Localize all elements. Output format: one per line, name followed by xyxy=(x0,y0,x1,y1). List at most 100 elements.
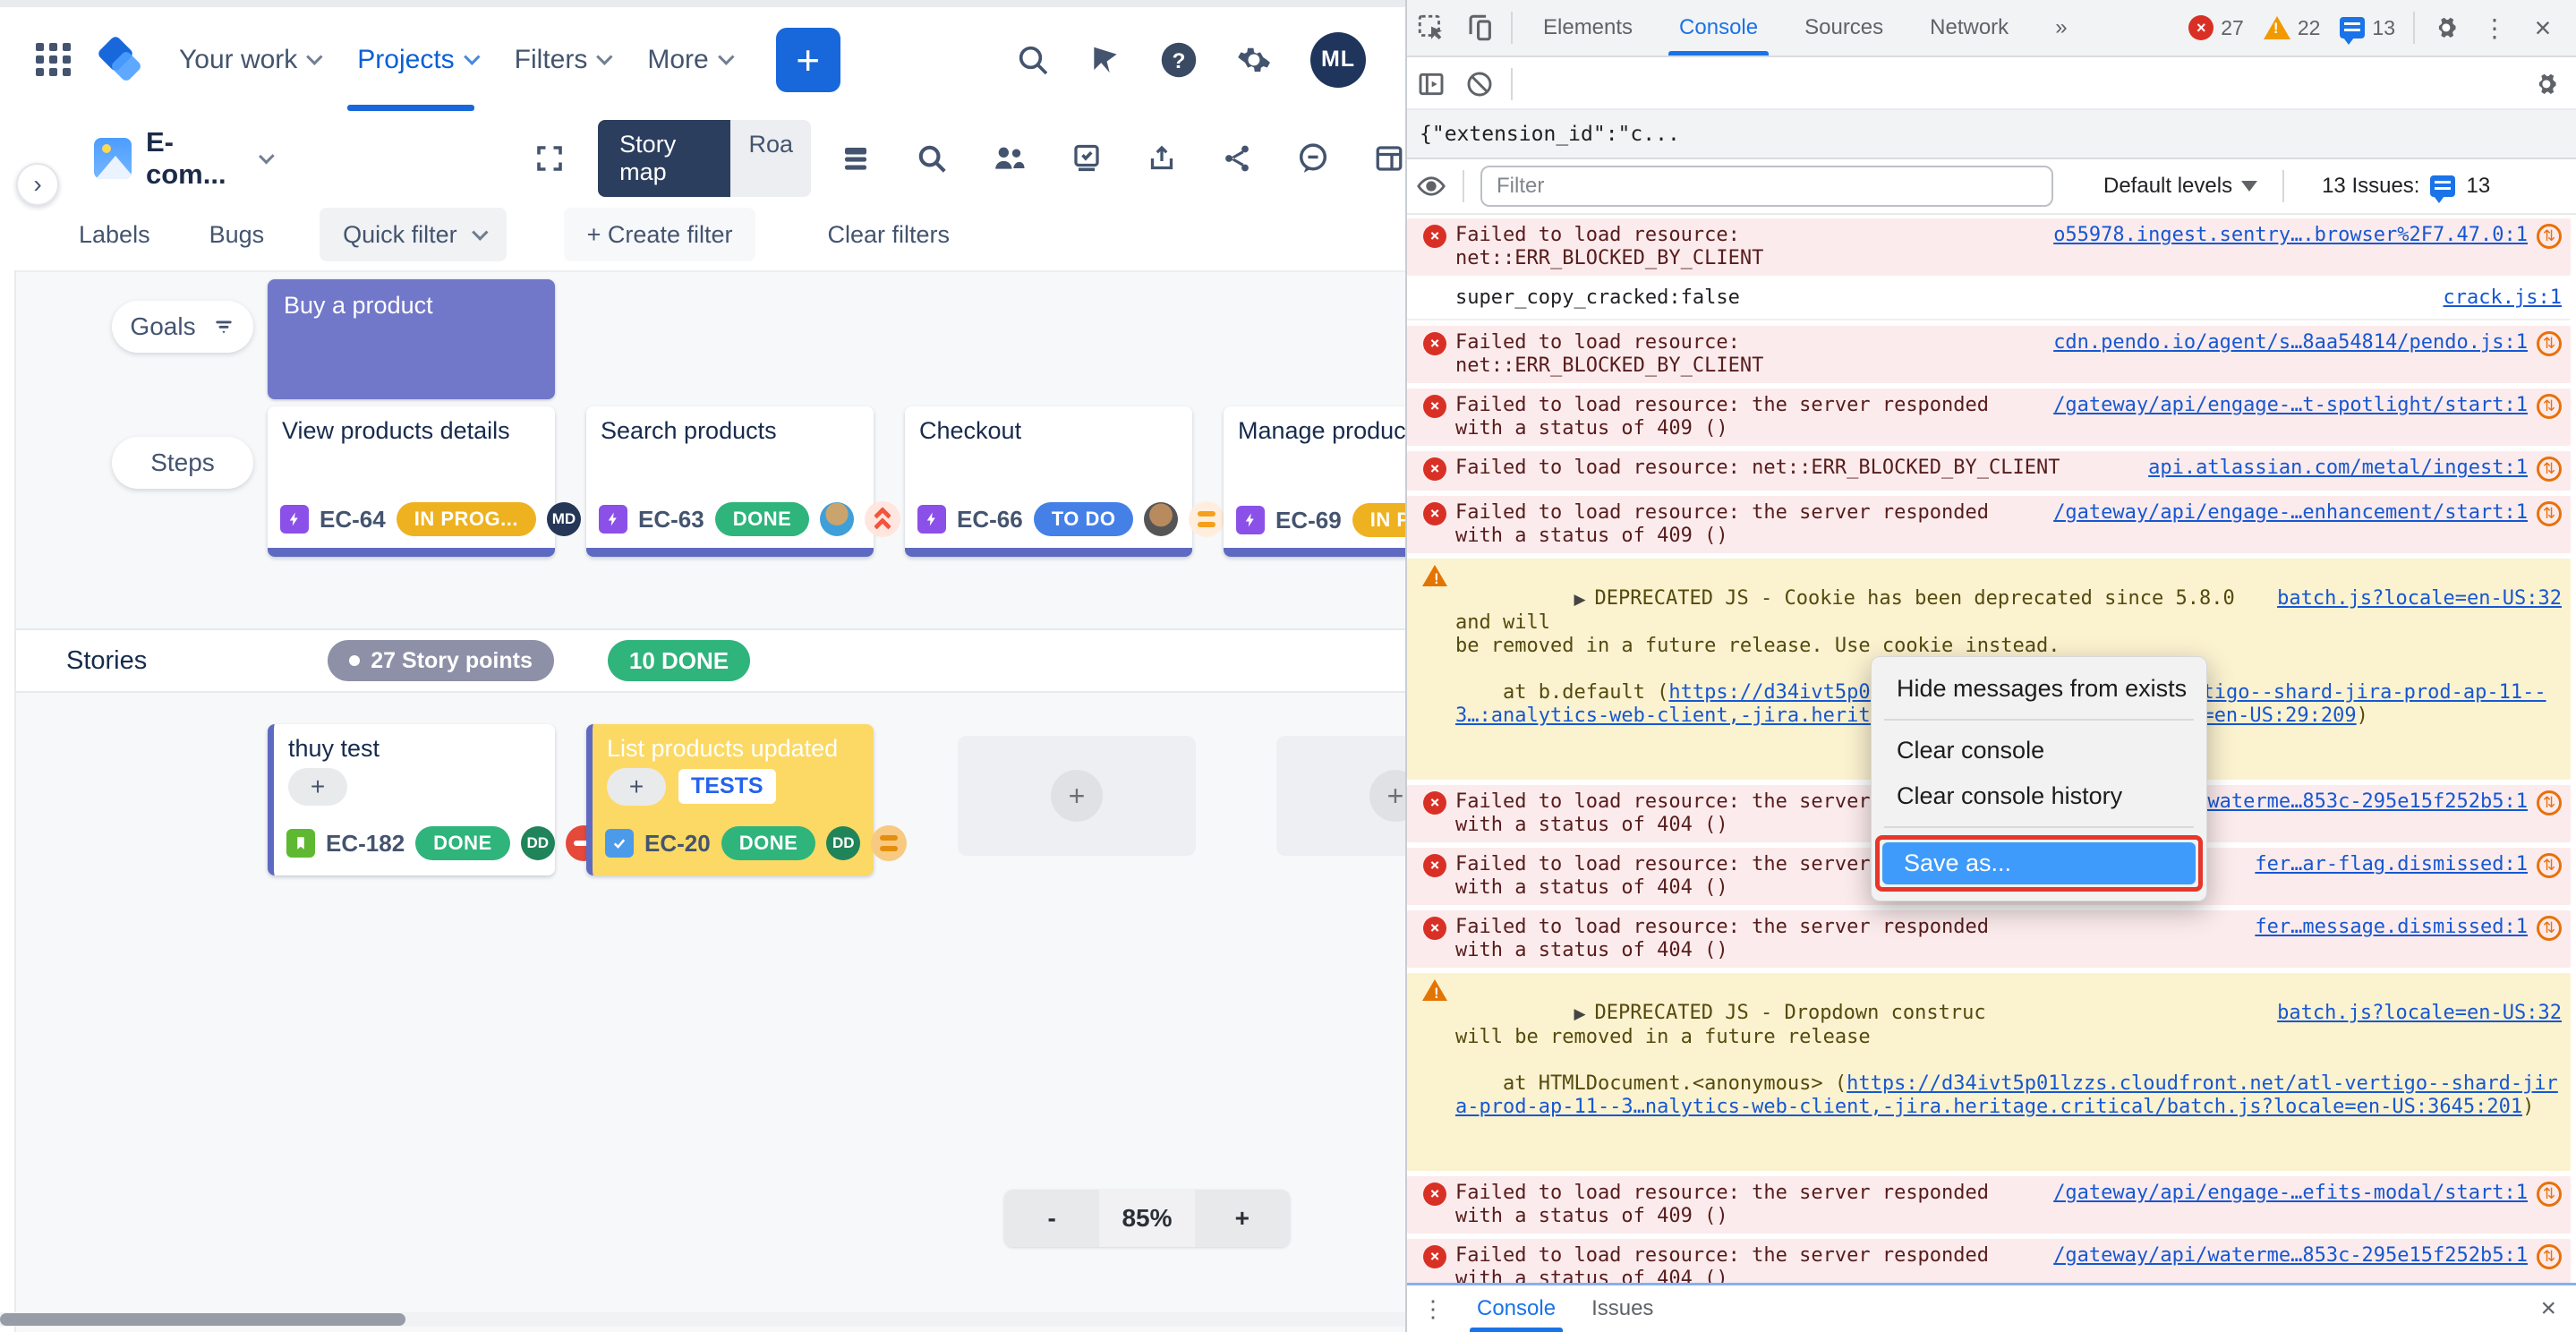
notifications-icon[interactable] xyxy=(1088,43,1122,77)
console-warning-row[interactable]: batch.js?locale=en-US:32▶DEPRECATED JS -… xyxy=(1407,973,2571,1171)
tab-network[interactable]: Network xyxy=(1906,0,2032,56)
settings-gear-icon[interactable] xyxy=(1235,41,1273,79)
goal-card[interactable]: Buy a product xyxy=(268,279,555,399)
assignee-avatar[interactable]: DD xyxy=(826,826,860,860)
quick-filter-dropdown[interactable]: Quick filter xyxy=(320,208,507,261)
menu-item-hide-messages[interactable]: Hide messages from exists xyxy=(1872,666,2206,712)
source-link[interactable]: batch.js?locale=en-US:32 xyxy=(2277,1002,2562,1025)
goals-row-label[interactable]: Goals xyxy=(112,301,253,353)
error-count[interactable]: ×27 xyxy=(2188,15,2244,40)
app-switcher-icon[interactable] xyxy=(36,43,72,76)
fullscreen-icon[interactable] xyxy=(533,142,566,175)
warning-count[interactable]: 22 xyxy=(2264,16,2321,40)
menu-item-clear-history[interactable]: Clear console history xyxy=(1872,773,2206,819)
nav-your-work[interactable]: Your work xyxy=(179,45,318,75)
expand-icon[interactable]: ▶ xyxy=(1574,1005,1585,1023)
user-avatar[interactable]: ML xyxy=(1310,32,1366,88)
menu-item-clear-console[interactable]: Clear console xyxy=(1872,728,2206,773)
devtools-settings-icon[interactable] xyxy=(2422,6,2470,49)
devtools-close-icon[interactable]: × xyxy=(2519,6,2567,49)
status-badge[interactable]: TO DO xyxy=(1034,502,1134,536)
issues-counter[interactable]: 13 Issues: 13 xyxy=(2322,174,2490,199)
step-card[interactable]: View products details EC-64 IN PROG... M… xyxy=(268,406,555,557)
rows-icon[interactable] xyxy=(840,142,872,175)
tab-console[interactable]: Console xyxy=(1656,0,1781,56)
source-link[interactable]: batch.js?locale=en-US:32 xyxy=(2277,587,2562,610)
source-link[interactable]: crack.js:1 xyxy=(2444,286,2562,310)
panel-layout-icon[interactable] xyxy=(1373,142,1405,175)
add-child-button[interactable]: + xyxy=(288,768,347,806)
source-link[interactable]: /gateway/api/engage-…t-spotlight/start:1 xyxy=(2053,394,2528,417)
console-error-row[interactable]: × /gateway/api/engage-…efits-modal/start… xyxy=(1407,1176,2571,1234)
project-avatar[interactable] xyxy=(94,138,132,179)
search-icon[interactable] xyxy=(915,141,949,175)
bugs-filter[interactable]: Bugs xyxy=(209,221,265,249)
horizontal-scrollbar-thumb[interactable] xyxy=(0,1313,405,1326)
live-expression-eye-icon[interactable] xyxy=(1407,165,1455,208)
console-error-row[interactable]: × fer…message.dismissed:1⇅Failed to load… xyxy=(1407,910,2571,968)
console-error-row[interactable]: × o55978.ingest.sentry….browser%2F7.47.0… xyxy=(1407,218,2571,276)
source-link[interactable]: o55978.ingest.sentry….browser%2F7.47.0:1 xyxy=(2053,224,2528,247)
search-icon[interactable] xyxy=(1015,42,1051,78)
drawer-tab-console[interactable]: Console xyxy=(1459,1285,1574,1332)
drawer-close-icon[interactable]: × xyxy=(2521,1294,2576,1324)
jira-logo-icon[interactable] xyxy=(97,37,143,83)
status-badge[interactable]: DONE xyxy=(721,826,816,860)
source-link[interactable]: api.atlassian.com/metal/ingest:1 xyxy=(2148,457,2528,480)
clear-filters-button[interactable]: Clear filters xyxy=(827,221,950,249)
board-check-icon[interactable] xyxy=(1070,142,1103,175)
story-card[interactable]: thuy test + EC-182 DONE DD xyxy=(268,724,555,875)
expand-icon[interactable]: ▶ xyxy=(1574,591,1585,609)
feedback-icon[interactable] xyxy=(1296,141,1330,175)
step-card[interactable]: Search products EC-63 DONE xyxy=(586,406,874,557)
chevron-down-icon[interactable] xyxy=(259,148,275,164)
tab-sources[interactable]: Sources xyxy=(1781,0,1906,56)
expand-sidebar-button[interactable]: › xyxy=(16,163,59,206)
console-error-row[interactable]: × /gateway/api/engage-…t-spotlight/start… xyxy=(1407,388,2571,446)
devtools-menu-icon[interactable]: ⋮ xyxy=(2470,6,2519,49)
zoom-out-button[interactable]: - xyxy=(1004,1190,1099,1247)
nav-projects[interactable]: Projects xyxy=(357,45,474,75)
source-link[interactable]: /gateway/api/engage-…efits-modal/start:1 xyxy=(2053,1182,2528,1205)
drawer-tab-issues[interactable]: Issues xyxy=(1574,1285,1671,1332)
console-error-row[interactable]: × /gateway/api/engage-…enhancement/start… xyxy=(1407,496,2571,553)
people-icon[interactable] xyxy=(992,141,1028,176)
add-child-button[interactable]: + xyxy=(607,768,666,806)
drawer-menu-icon[interactable]: ⋮ xyxy=(1407,1295,1459,1323)
add-card-button[interactable]: + xyxy=(1369,770,1405,822)
device-toolbar-icon[interactable] xyxy=(1455,6,1504,49)
source-link[interactable]: cdn.pendo.io/agent/s…8aa54814/pendo.js:1 xyxy=(2053,331,2528,354)
source-link[interactable]: fer…message.dismissed:1 xyxy=(2255,916,2528,939)
source-link[interactable]: fer…ar-flag.dismissed:1 xyxy=(2255,853,2528,876)
console-info-bar[interactable]: {"extension_id":"c... xyxy=(1407,110,2576,159)
status-badge[interactable]: DONE xyxy=(415,826,510,860)
labels-filter[interactable]: Labels xyxy=(79,221,150,249)
console-error-row[interactable]: × api.atlassian.com/metal/ingest:1⇅Faile… xyxy=(1407,451,2571,491)
console-error-row[interactable]: × cdn.pendo.io/agent/s…8aa54814/pendo.js… xyxy=(1407,326,2571,383)
inspect-element-icon[interactable] xyxy=(1407,6,1455,49)
log-levels-dropdown[interactable]: Default levels xyxy=(2103,174,2257,199)
steps-row-label[interactable]: Steps xyxy=(112,437,253,489)
console-sidebar-icon[interactable] xyxy=(1407,63,1455,106)
assignee-avatar[interactable] xyxy=(1144,502,1178,536)
add-card-button[interactable]: + xyxy=(1051,770,1103,822)
roadmap-tab[interactable]: Roa xyxy=(730,120,811,197)
status-badge[interactable]: DONE xyxy=(715,502,810,536)
help-icon[interactable]: ? xyxy=(1160,41,1198,79)
source-link[interactable]: /gateway/api/waterme…853c-295e15f252b5:1 xyxy=(2053,1244,2528,1268)
step-card[interactable]: Manage products EC-69 IN PROG... xyxy=(1224,406,1405,557)
console-error-row[interactable]: × /gateway/api/waterme…853c-295e15f252b5… xyxy=(1407,1239,2571,1283)
clear-console-icon[interactable] xyxy=(1455,63,1504,106)
label-chip[interactable]: TESTS xyxy=(678,769,776,804)
stories-row-label[interactable]: Stories xyxy=(66,646,147,676)
source-link[interactable]: /gateway/api/engage-…enhancement/start:1 xyxy=(2053,501,2528,525)
status-badge[interactable]: IN PROG... xyxy=(1352,503,1405,537)
create-button[interactable]: + xyxy=(776,28,840,92)
share-icon[interactable] xyxy=(1221,142,1253,175)
nav-more[interactable]: More xyxy=(647,45,729,75)
export-icon[interactable] xyxy=(1146,142,1178,175)
project-name[interactable]: E-com... xyxy=(146,126,244,191)
status-badge[interactable]: IN PROG... xyxy=(397,502,536,536)
assignee-avatar[interactable]: DD xyxy=(521,826,555,860)
tab-elements[interactable]: Elements xyxy=(1520,0,1656,56)
